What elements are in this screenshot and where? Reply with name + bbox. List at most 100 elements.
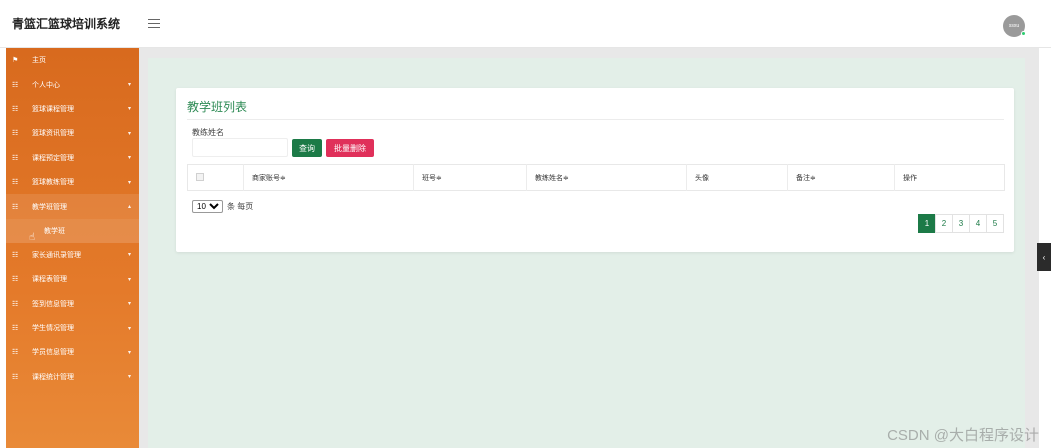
column-label: 头像: [695, 174, 709, 182]
flag-icon: ⚑: [12, 57, 19, 65]
chevron-down-icon: ▾: [127, 130, 131, 137]
sidebar-item-label: 家长通讯录管理: [32, 251, 81, 259]
page-button-3[interactable]: 3: [952, 214, 970, 233]
online-status-icon: [1021, 31, 1026, 36]
sidebar-item-parent-contacts[interactable]: ☷ 家长通讯录管理 ▾: [6, 243, 139, 267]
sidebar-item-label: 签到信息管理: [32, 300, 74, 308]
chevron-down-icon: ▾: [127, 106, 131, 113]
chevron-down-icon: ▾: [127, 276, 131, 283]
chevron-down-icon: ▾: [127, 179, 131, 186]
page-button-2[interactable]: 2: [935, 214, 953, 233]
divider: [187, 119, 1004, 120]
sort-icon: ≑: [280, 174, 286, 182]
pagination: 1 2 3 4 5: [918, 214, 1004, 233]
page-button-4[interactable]: 4: [969, 214, 987, 233]
column-header-remarks[interactable]: 备注≑: [787, 164, 895, 191]
list-card: 教学班列表 教练姓名 查询 批量删除 商家账号≑ 班号≑ 教练姓名≑ 头像 备注…: [176, 88, 1014, 252]
batch-delete-button[interactable]: 批量删除: [326, 139, 374, 157]
column-header-merchant-account[interactable]: 商家账号≑: [243, 164, 414, 191]
sidebar-item-label: 学生情况管理: [32, 325, 74, 333]
column-label: 操作: [903, 174, 917, 182]
column-header-class-no[interactable]: 班号≑: [413, 164, 527, 191]
avatar-text: ssxu: [1008, 23, 1020, 29]
data-table: 商家账号≑ 班号≑ 教练姓名≑ 头像 备注≑ 操作: [187, 164, 1005, 191]
column-header-actions: 操作: [895, 165, 1005, 191]
menu-toggle-icon[interactable]: [148, 19, 160, 28]
grid-icon: ☷: [12, 349, 19, 357]
column-header-coach-name[interactable]: 教练姓名≑: [526, 164, 687, 191]
sidebar-item-label: 篮球课程管理: [32, 105, 74, 113]
column-label: 备注: [796, 174, 810, 182]
top-bar: 青篮汇篮球培训系统 ssxu: [0, 0, 1051, 48]
grid-icon: ☷: [12, 203, 19, 211]
chevron-down-icon: ▾: [127, 252, 131, 259]
checkbox-icon[interactable]: [196, 172, 204, 181]
app-title: 青篮汇篮球培训系统: [12, 17, 121, 31]
sidebar: ⚑ 主页 ☷ 个人中心 ▾ ☷ 篮球课程管理 ▾ ☷ 篮球资讯管理 ▾ ☷ 课程…: [6, 48, 139, 448]
sidebar-item-personal-center[interactable]: ☷ 个人中心 ▾: [6, 72, 139, 96]
watermark: CSDN @大白程序设计: [887, 427, 1039, 444]
sidebar-item-label: 课程表管理: [32, 276, 67, 284]
sidebar-item-home[interactable]: ⚑ 主页: [6, 48, 139, 72]
grid-icon: ☷: [12, 300, 19, 308]
sidebar-subitem-class[interactable]: 教学班: [6, 218, 139, 243]
sidebar-item-label: 个人中心: [32, 81, 60, 89]
chevron-down-icon: ▾: [127, 349, 131, 356]
sidebar-item-coach-management[interactable]: ☷ 篮球教练管理 ▾: [6, 170, 139, 194]
main-area: 教学班列表 教练姓名 查询 批量删除 商家账号≑ 班号≑ 教练姓名≑ 头像 备注…: [139, 48, 1039, 448]
sidebar-item-label: 篮球教练管理: [32, 179, 74, 187]
sidebar-item-label: 学员信息管理: [32, 349, 74, 357]
sidebar-item-schedule-management[interactable]: ☷ 课程表管理 ▾: [6, 267, 139, 291]
sort-icon: ≑: [563, 174, 569, 182]
grid-icon: ☷: [12, 251, 19, 259]
grid-icon: ☷: [12, 105, 19, 113]
page-button-5[interactable]: 5: [986, 214, 1004, 233]
sidebar-item-label: 课程统计管理: [32, 373, 74, 381]
sidebar-item-checkin-management[interactable]: ☷ 签到信息管理 ▾: [6, 292, 139, 316]
chevron-down-icon: ▾: [127, 155, 131, 162]
grid-icon: ☷: [12, 373, 19, 381]
sidebar-item-booking-management[interactable]: ☷ 课程预定管理 ▾: [6, 146, 139, 170]
page-size-select[interactable]: 10: [192, 200, 223, 213]
chevron-down-icon: ▾: [127, 301, 131, 308]
grid-icon: ☷: [12, 276, 19, 284]
chevron-up-icon: ▴: [127, 204, 131, 211]
sidebar-item-class-management[interactable]: ☷ 教学班管理 ▴: [6, 194, 139, 219]
select-all-header[interactable]: [187, 164, 244, 191]
hand-cursor-icon: ☝: [29, 232, 36, 243]
search-label: 教练姓名: [192, 128, 224, 137]
sidebar-item-student-status[interactable]: ☷ 学生情况管理 ▾: [6, 316, 139, 340]
side-panel-toggle[interactable]: ‹: [1037, 243, 1051, 271]
column-label: 教练姓名: [535, 174, 563, 182]
page-size-control: 10 条 每页: [192, 200, 253, 213]
column-header-avatar: 头像: [686, 164, 788, 191]
query-button[interactable]: 查询: [292, 139, 322, 157]
sidebar-item-student-info[interactable]: ☷ 学员信息管理 ▾: [6, 340, 139, 364]
grid-icon: ☷: [12, 179, 19, 187]
avatar[interactable]: ssxu: [1003, 15, 1026, 37]
content-background: 教学班列表 教练姓名 查询 批量删除 商家账号≑ 班号≑ 教练姓名≑ 头像 备注…: [148, 58, 1025, 448]
chevron-down-icon: ▾: [127, 82, 131, 89]
chevron-left-icon: ‹: [1042, 252, 1046, 262]
grid-icon: ☷: [12, 325, 19, 333]
sort-icon: ≑: [810, 174, 816, 182]
page-button-1[interactable]: 1: [918, 214, 936, 233]
column-label: 商家账号: [252, 174, 280, 182]
sidebar-item-label: 主页: [32, 57, 46, 65]
sidebar-item-news-management[interactable]: ☷ 篮球资讯管理 ▾: [6, 121, 139, 145]
chevron-down-icon: ▾: [127, 374, 131, 381]
sidebar-item-label: 教学班管理: [32, 203, 67, 211]
coach-name-input[interactable]: [192, 138, 288, 157]
page-title: 教学班列表: [187, 100, 248, 114]
chevron-down-icon: ▾: [127, 325, 131, 332]
sidebar-item-label: 篮球资讯管理: [32, 130, 74, 138]
sort-icon: ≑: [436, 174, 442, 182]
grid-icon: ☷: [12, 130, 19, 138]
grid-icon: ☷: [12, 154, 19, 162]
sidebar-item-label: 课程预定管理: [32, 154, 74, 162]
column-label: 班号: [422, 174, 436, 182]
table-header-row: 商家账号≑ 班号≑ 教练姓名≑ 头像 备注≑ 操作: [187, 164, 1005, 191]
sidebar-item-course-stats[interactable]: ☷ 课程统计管理 ▾: [6, 365, 139, 389]
sidebar-item-course-management[interactable]: ☷ 篮球课程管理 ▾: [6, 97, 139, 121]
grid-icon: ☷: [12, 81, 19, 89]
